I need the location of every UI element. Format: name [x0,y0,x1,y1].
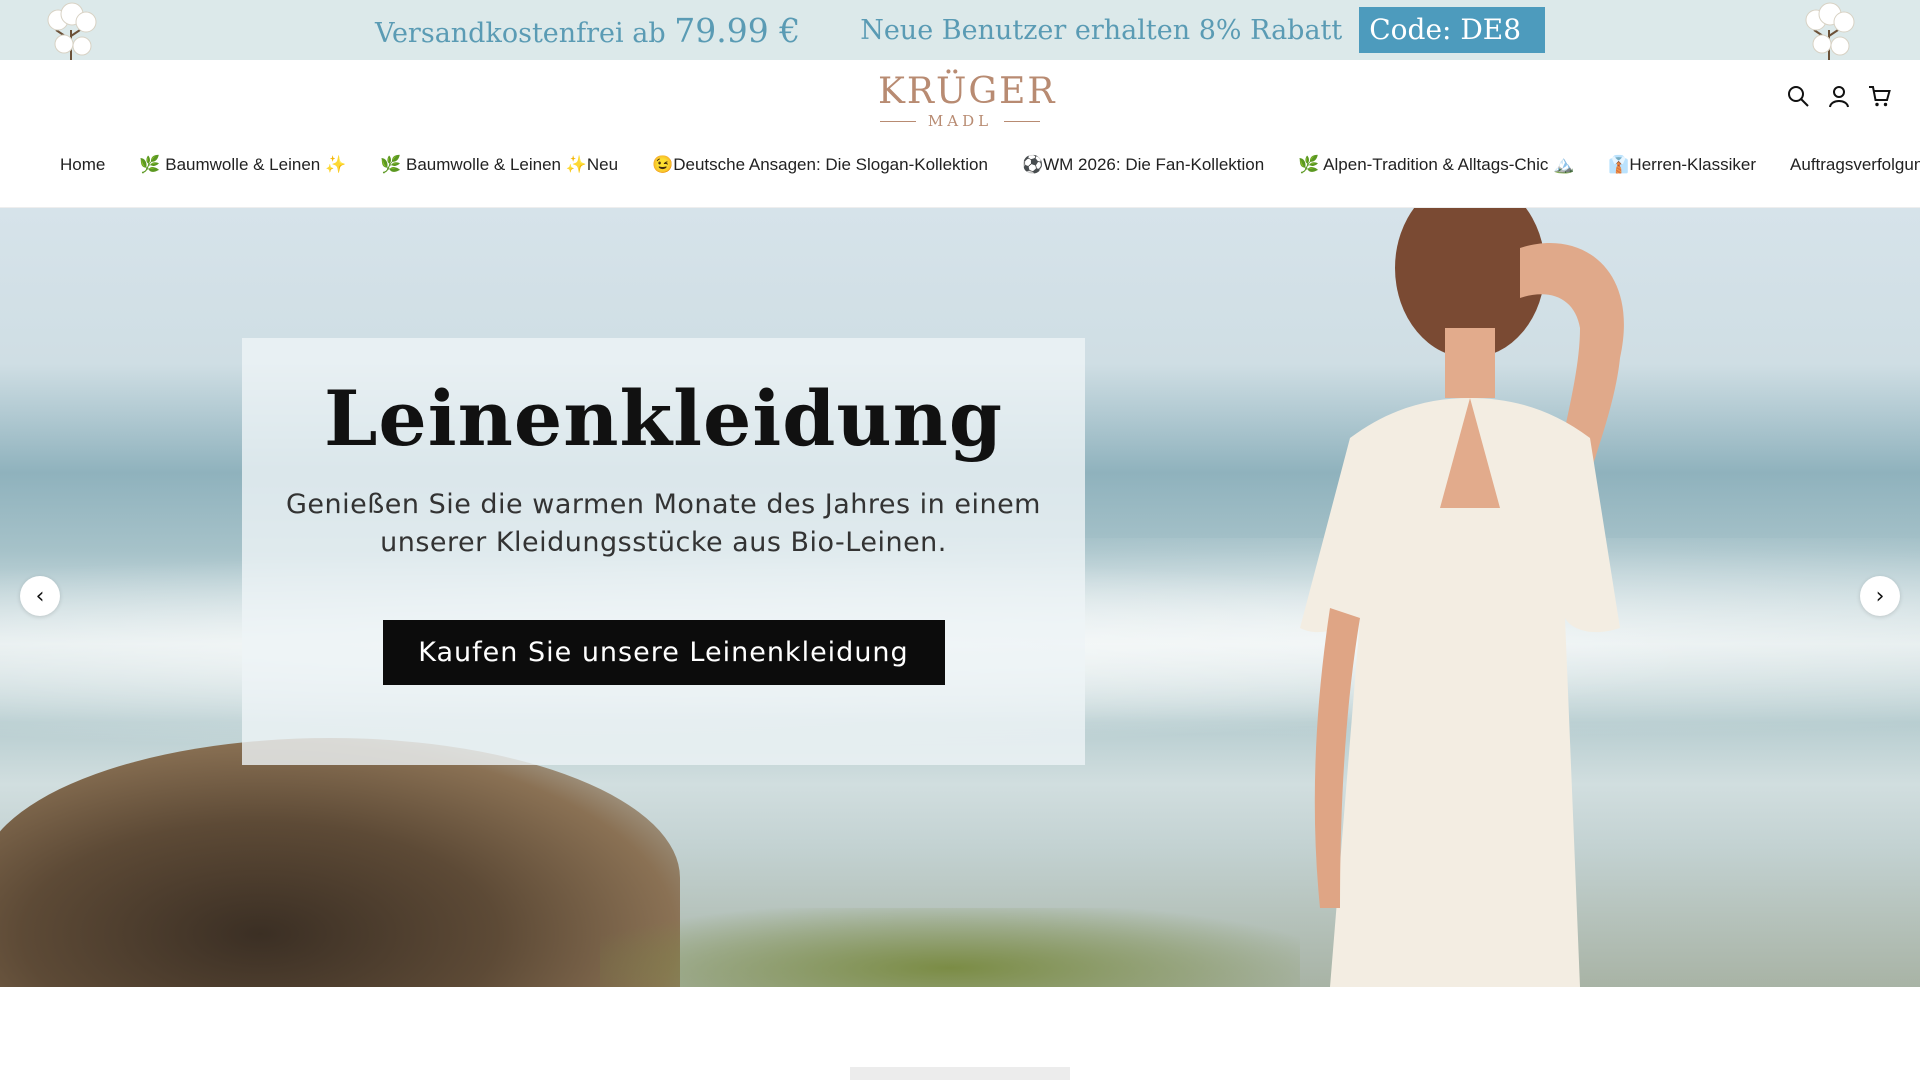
free-shipping-amount: 79.99 € [674,10,801,50]
cotton-flower-icon [47,2,97,60]
slider-prev-button[interactable]: ‹ [20,576,60,616]
slider-next-button[interactable]: › [1860,576,1900,616]
nav-item-home[interactable]: Home [60,155,105,175]
nav-item-mens-classics[interactable]: 👔Herren-Klassiker [1608,155,1756,175]
shop-linen-button[interactable]: Kaufen Sie unsere Leinenkleidung [382,620,945,685]
nav-item-cotton-linen[interactable]: 🌿 Baumwolle & Leinen ✨ [139,155,346,175]
cotton-flower-icon [1805,2,1855,60]
cart-icon[interactable] [1868,84,1892,108]
nav-item-slogan-collection[interactable]: 😉Deutsche Ansagen: Die Slogan-Kollektion [652,155,988,175]
hero-title: Leinenkleidung [323,374,1004,463]
hero-model-image [1300,208,1624,987]
free-shipping-text: Versandkostenfrei ab 79.99 € [374,10,801,50]
section-placeholder [850,1067,1070,1080]
brand-logo[interactable]: KRÜGER MADL [878,71,1057,134]
new-user-discount-text: Neue Benutzer erhalten 8% Rabatt [860,14,1343,46]
announcement-bar: Versandkostenfrei ab 79.99 € Neue Benutz… [0,0,1920,60]
hero-text-card: Leinenkleidung Genießen Sie die warmen M… [242,338,1085,765]
nav-item-order-tracking[interactable]: Auftragsverfolgung [1790,155,1920,175]
search-icon[interactable] [1786,84,1810,108]
hero-background-moss [600,908,1300,987]
chevron-right-icon: › [1875,583,1885,609]
logo-brand: KRÜGER [878,71,1057,112]
nav-item-cotton-linen-new[interactable]: 🌿 Baumwolle & Leinen ✨Neu [380,155,618,175]
logo-subtitle: MADL [878,112,1042,130]
chevron-left-icon: ‹ [35,583,45,609]
hero-background-rock [0,738,680,987]
account-icon[interactable] [1827,84,1851,108]
main-navigation: Home 🌿 Baumwolle & Leinen ✨ 🌿 Baumwolle … [60,155,1920,175]
hero-description: Genießen Sie die warmen Monate des Jahre… [286,489,1041,558]
site-header: KRÜGER MADL Home 🌿 Baumwolle & Leinen ✨ … [0,60,1920,208]
header-icons [1786,84,1892,108]
nav-item-wm-2026[interactable]: ⚽WM 2026: Die Fan-Kollektion [1022,155,1264,175]
discount-code-badge: Code: DE8 [1359,7,1546,53]
hero-slider: Leinenkleidung Genießen Sie die warmen M… [0,208,1920,987]
nav-item-alpine-tradition[interactable]: 🌿 Alpen-Tradition & Alltags-Chic 🏔️ [1298,155,1574,175]
